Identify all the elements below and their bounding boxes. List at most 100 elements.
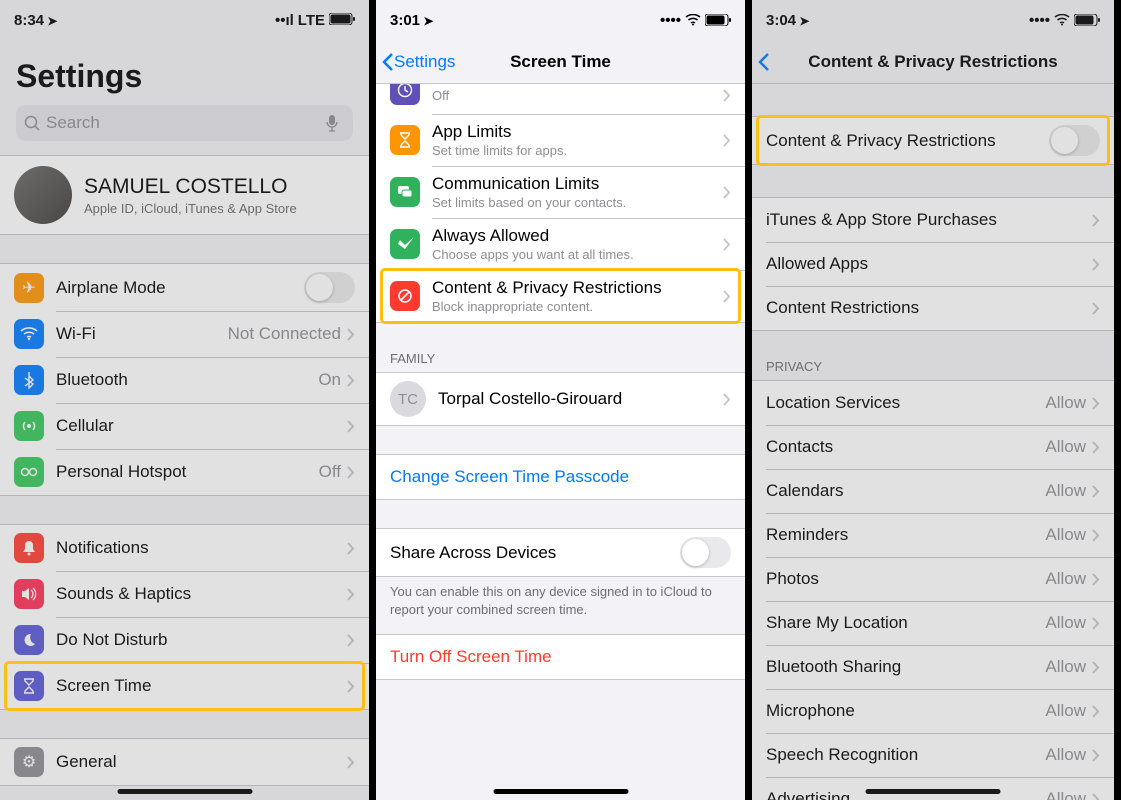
privacy-value: Allow [1045,481,1086,501]
chevron-left-icon [382,52,394,72]
status-time: 3:04 ➤ [766,12,809,29]
hotspot-icon [14,457,44,487]
status-bar: 3:01 ➤ •••• [376,0,745,40]
row-family-member[interactable]: TC Torpal Costello-Girouard [376,373,745,425]
airplane-toggle[interactable] [304,272,355,303]
row-allowed-apps[interactable]: Allowed Apps [752,242,1114,286]
privacy-value: Allow [1045,657,1086,677]
row-content-privacy[interactable]: Content & Privacy RestrictionsBlock inap… [376,270,745,322]
hourglass-icon [390,125,420,155]
chevron-right-icon [347,588,355,601]
row-screen-time[interactable]: Screen Time [0,663,369,709]
profile-row[interactable]: SAMUEL COSTELLO Apple ID, iCloud, iTunes… [0,155,369,235]
row-privacy-item[interactable]: RemindersAllow [752,513,1114,557]
row-content-restrictions[interactable]: Content Restrictions [752,286,1114,330]
group-connectivity: ✈ Airplane Mode Wi-Fi Not Connected Blue… [0,263,369,496]
chevron-right-icon [1092,617,1100,630]
row-privacy-item[interactable]: Location ServicesAllow [752,381,1114,425]
chevron-right-icon [1092,302,1100,315]
home-indicator[interactable] [493,789,628,794]
wifi-icon [14,319,44,349]
row-privacy-item[interactable]: PhotosAllow [752,557,1114,601]
profile-sub: Apple ID, iCloud, iTunes & App Store [84,201,297,216]
chevron-right-icon [347,466,355,479]
battery-icon [1074,14,1100,26]
mic-icon[interactable] [325,114,339,132]
back-button[interactable] [758,52,770,72]
chevron-right-icon [347,756,355,769]
cp-toggle[interactable] [1049,125,1100,156]
privacy-value: Allow [1045,745,1086,765]
row-privacy-item[interactable]: ContactsAllow [752,425,1114,469]
privacy-value: Allow [1045,569,1086,589]
row-privacy-item[interactable]: Bluetooth SharingAllow [752,645,1114,689]
group-family: TC Torpal Costello-Girouard [376,372,745,426]
status-right: •••• [1029,12,1100,29]
gear-icon: ⚙ [14,747,44,777]
chevron-right-icon [347,328,355,341]
row-privacy-item[interactable]: Share My LocationAllow [752,601,1114,645]
row-share-devices[interactable]: Share Across Devices [376,529,745,576]
row-cellular[interactable]: Cellular [0,403,369,449]
page-title: Settings [0,40,369,105]
row-privacy-item[interactable]: MicrophoneAllow [752,689,1114,733]
row-always-allowed[interactable]: Always AllowedChoose apps you want at al… [376,218,745,270]
row-bluetooth[interactable]: Bluetooth On [0,357,369,403]
search-icon [24,115,40,131]
back-button[interactable]: Settings [382,52,455,72]
row-app-limits[interactable]: App LimitsSet time limits for apps. [376,114,745,166]
row-sounds[interactable]: Sounds & Haptics [0,571,369,617]
speaker-icon [14,579,44,609]
row-notifications[interactable]: Notifications [0,525,369,571]
row-dnd[interactable]: Do Not Disturb [0,617,369,663]
status-right: •••• [660,12,731,29]
chevron-right-icon [1092,529,1100,542]
family-header: FAMILY [376,351,745,372]
group-restrictions: iTunes & App Store Purchases Allowed App… [752,197,1114,331]
phone-settings: 8:34 ➤ ••ıl LTE Settings Search SAMUEL C… [0,0,369,800]
row-hotspot[interactable]: Personal Hotspot Off [0,449,369,495]
airplane-icon: ✈ [14,273,44,303]
battery-icon [329,12,355,29]
row-comm-limits[interactable]: Communication LimitsSet limits based on … [376,166,745,218]
row-downtime[interactable]: Off [376,84,745,114]
row-cp-toggle[interactable]: Content & Privacy Restrictions [752,117,1114,164]
change-passcode-button[interactable]: Change Screen Time Passcode [376,455,745,499]
nav-title: Screen Time [510,52,611,72]
wifi-value: Not Connected [228,324,341,344]
search-input[interactable]: Search [16,105,353,141]
status-bar: 8:34 ➤ ••ıl LTE [0,0,369,40]
back-label: Settings [394,52,455,72]
profile-name: SAMUEL COSTELLO [84,175,297,199]
row-privacy-item[interactable]: Speech RecognitionAllow [752,733,1114,777]
group-limits: Off App LimitsSet time limits for apps. … [376,84,745,323]
turn-off-button[interactable]: Turn Off Screen Time [376,635,745,679]
privacy-value: Allow [1045,393,1086,413]
row-itunes[interactable]: iTunes & App Store Purchases [752,198,1114,242]
privacy-value: Allow [1045,525,1086,545]
row-privacy-item[interactable]: CalendarsAllow [752,469,1114,513]
chevron-right-icon [347,542,355,555]
row-airplane-mode[interactable]: ✈ Airplane Mode [0,264,369,311]
home-indicator[interactable] [866,789,1001,794]
row-wifi[interactable]: Wi-Fi Not Connected [0,311,369,357]
chevron-right-icon [723,238,731,251]
group-passcode: Change Screen Time Passcode [376,454,745,500]
group-privacy: Location ServicesAllowContactsAllowCalen… [752,380,1114,800]
chevron-right-icon [723,134,731,147]
block-icon [390,281,420,311]
share-toggle[interactable] [680,537,731,568]
check-icon [390,229,420,259]
chevron-right-icon [1092,749,1100,762]
battery-icon [705,14,731,26]
home-indicator[interactable] [117,789,252,794]
hotspot-value: Off [319,462,341,482]
signal-icon: •••• [660,12,681,29]
privacy-value: Allow [1045,701,1086,721]
chevron-right-icon [723,393,731,406]
row-general[interactable]: ⚙ General [0,739,369,785]
status-time: 3:01 ➤ [390,12,433,29]
bluetooth-icon [14,365,44,395]
phone-content-privacy: 3:04 ➤ •••• Content & Privacy Restrictio… [745,0,1114,800]
wifi-icon [685,14,701,26]
